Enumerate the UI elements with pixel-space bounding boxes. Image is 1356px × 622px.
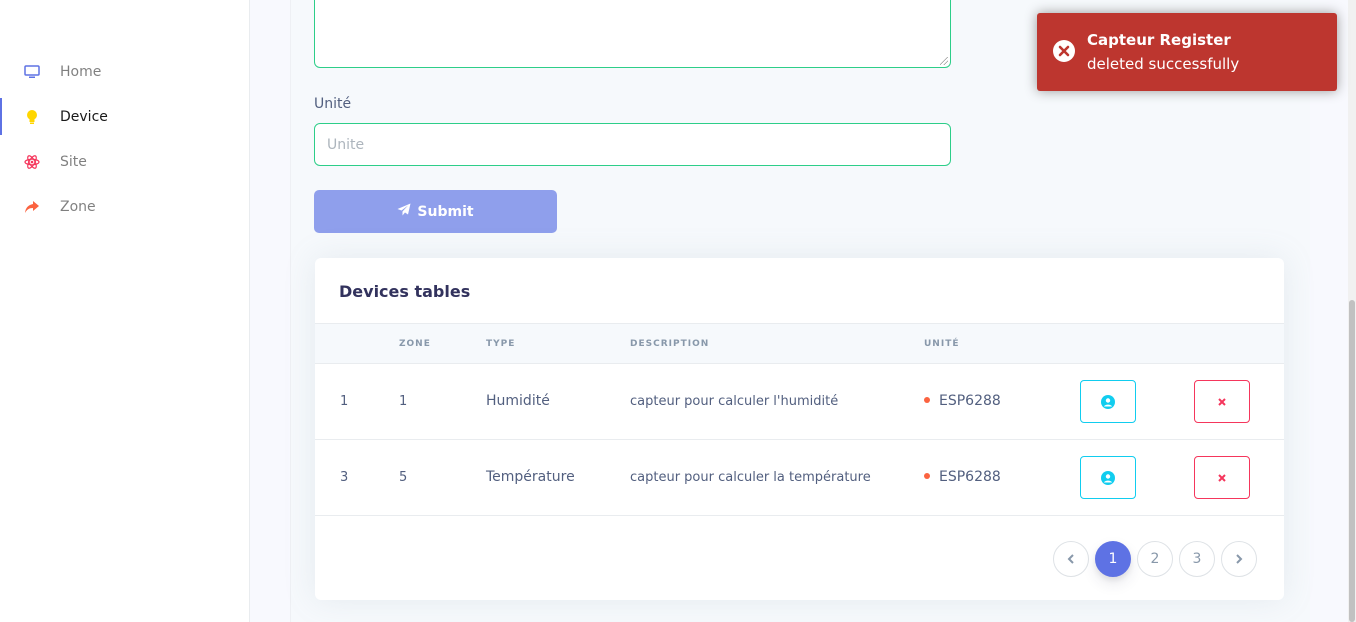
toast-message: deleted successfully: [1087, 55, 1240, 73]
cell-description: capteur pour calculer la température: [630, 470, 871, 485]
sidebar-item-label: Home: [60, 63, 102, 80]
chevron-left-icon: [1067, 554, 1074, 564]
status-dot: [924, 397, 930, 403]
chevron-right-icon: [1236, 554, 1243, 564]
toast-title: Capteur Register: [1087, 31, 1231, 49]
page-scrollbar[interactable]: [1348, 0, 1356, 622]
close-icon: [1218, 473, 1226, 482]
delete-button[interactable]: [1194, 456, 1250, 499]
status-dot: [924, 473, 930, 479]
page-prev-button[interactable]: [1053, 541, 1089, 577]
sidebar: Home Device Site Zone: [0, 0, 250, 622]
cell-id: 1: [340, 394, 349, 409]
error-circle-icon: [1053, 40, 1075, 62]
unite-value: ESP6288: [939, 393, 1001, 409]
atom-icon: [24, 154, 40, 170]
user-circle-icon: [1101, 470, 1115, 485]
paper-plane-icon: [397, 203, 411, 220]
column-header-unite: UNITÉ: [924, 339, 960, 349]
table-row: 1 1 Humidité capteur pour calculer l'hum…: [315, 364, 1284, 440]
page-button-3[interactable]: 3: [1179, 541, 1215, 577]
sidebar-item-device[interactable]: Device: [0, 94, 250, 139]
close-icon: [1218, 397, 1226, 406]
cell-type: Humidité: [486, 393, 550, 409]
sidebar-item-site[interactable]: Site: [0, 139, 250, 184]
sidebar-item-home[interactable]: Home: [0, 49, 250, 94]
column-header-zone: ZONE: [399, 339, 431, 349]
pagination: 1 2 3: [1053, 541, 1257, 577]
cell-zone: 1: [399, 394, 408, 409]
unite-input[interactable]: [314, 123, 951, 166]
cell-description: capteur pour calculer l'humidité: [630, 394, 839, 409]
toast-notification[interactable]: Capteur Register deleted successfully: [1037, 13, 1337, 91]
sidebar-item-label: Zone: [60, 198, 96, 215]
view-button[interactable]: [1080, 380, 1136, 423]
submit-label: Submit: [417, 203, 474, 220]
cell-type: Température: [486, 469, 575, 485]
delete-button[interactable]: [1194, 380, 1250, 423]
cell-unite: ESP6288: [924, 469, 1001, 485]
submit-button[interactable]: Submit: [314, 190, 557, 233]
tv-icon: [24, 64, 40, 80]
sidebar-item-label: Site: [60, 153, 87, 170]
unite-value: ESP6288: [939, 469, 1001, 485]
scrollbar-thumb[interactable]: [1349, 300, 1355, 622]
page-next-button[interactable]: [1221, 541, 1257, 577]
share-icon: [24, 199, 40, 215]
column-header-description: DESCRIPTION: [630, 339, 710, 349]
cell-zone: 5: [399, 470, 408, 485]
view-button[interactable]: [1080, 456, 1136, 499]
page-button-2[interactable]: 2: [1137, 541, 1173, 577]
sidebar-item-label: Device: [60, 108, 108, 125]
sidebar-item-zone[interactable]: Zone: [0, 184, 250, 229]
bulb-icon: [24, 109, 40, 125]
column-header-type: TYPE: [486, 339, 516, 349]
devices-table-card: Devices tables ZONE TYPE DESCRIPTION UNI…: [315, 258, 1284, 600]
table-row: 3 5 Température capteur pour calculer la…: [315, 440, 1284, 516]
user-circle-icon: [1101, 394, 1115, 409]
unite-label: Unité: [314, 96, 352, 112]
card-title: Devices tables: [339, 282, 471, 301]
sidebar-nav: Home Device Site Zone: [0, 49, 250, 229]
cell-unite: ESP6288: [924, 393, 1001, 409]
description-textarea[interactable]: [314, 0, 951, 68]
table-header: ZONE TYPE DESCRIPTION UNITÉ: [315, 323, 1284, 364]
resize-grip-icon[interactable]: [940, 57, 948, 65]
cell-id: 3: [340, 470, 349, 485]
page-button-1[interactable]: 1: [1095, 541, 1131, 577]
